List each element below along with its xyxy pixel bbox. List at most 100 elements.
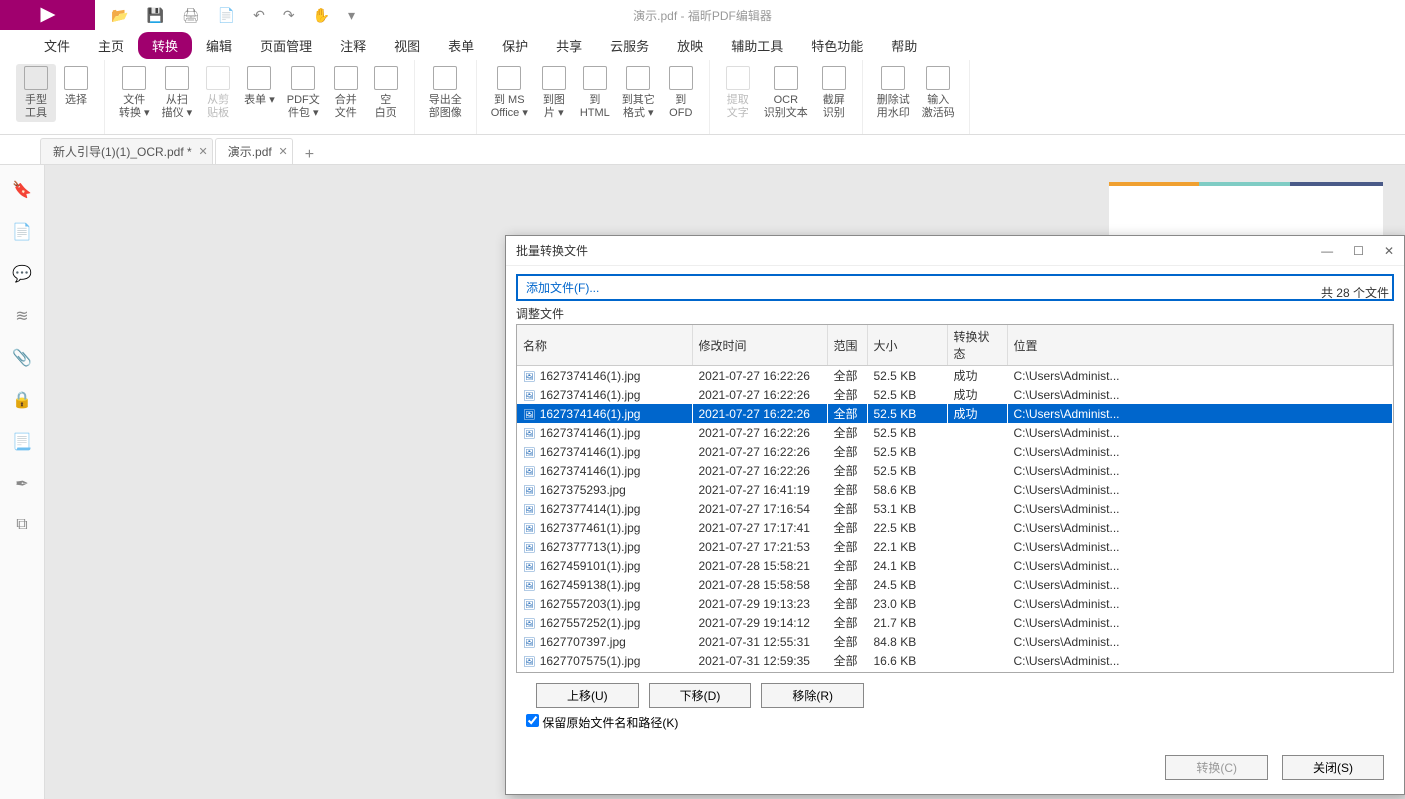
close-dialog-button[interactable]: 关闭(S) — [1282, 755, 1384, 780]
ribbon-btn-空白页[interactable]: 空白页 — [366, 64, 406, 122]
layers-icon[interactable]: ≋ — [15, 306, 28, 326]
keep-filename-checkbox[interactable]: 保留原始文件名和路径(K) — [526, 716, 678, 730]
file-row[interactable]: 1627374146(1).jpg2021-07-27 16:22:26全部52… — [517, 461, 1393, 480]
copy-icon[interactable]: ⧉ — [16, 516, 27, 534]
menu-主页[interactable]: 主页 — [84, 32, 138, 59]
menu-编辑[interactable]: 编辑 — [192, 32, 246, 59]
save-icon[interactable]: 💾 — [146, 7, 163, 24]
file-row[interactable]: 1627377713(1).jpg2021-07-27 17:21:53全部22… — [517, 537, 1393, 556]
ribbon-btn-导出全部图像[interactable]: 导出全部图像 — [423, 64, 468, 122]
ribbon-btn-到图片[interactable]: 到图片 ▾ — [534, 64, 574, 122]
file-row[interactable]: 1627374146(1).jpg2021-07-27 16:22:26全部52… — [517, 442, 1393, 461]
move-down-button[interactable]: 下移(D) — [649, 683, 752, 708]
ribbon-btn-从扫描仪[interactable]: 从扫描仪 ▾ — [156, 64, 199, 122]
menu-页面管理[interactable]: 页面管理 — [246, 32, 326, 59]
file-row[interactable]: 1627374146(1).jpg2021-07-27 16:22:26全部52… — [517, 366, 1393, 386]
cell-time: 2021-07-27 16:22:26 — [692, 366, 827, 386]
file-row[interactable]: 1627374146(1).jpg2021-07-27 16:22:26全部52… — [517, 423, 1393, 442]
menu-云服务[interactable]: 云服务 — [596, 32, 663, 59]
document-tab[interactable]: 新人引导(1)(1)_OCR.pdf *✕ — [40, 138, 213, 164]
convert-button[interactable]: 转换(C) — [1165, 755, 1268, 780]
hand-icon[interactable]: ✋ — [313, 7, 330, 24]
cell-size: 53.1 KB — [867, 499, 947, 518]
remove-button[interactable]: 移除(R) — [761, 683, 864, 708]
keep-filename-checkbox-input[interactable] — [526, 714, 539, 727]
file-icon[interactable]: 📄 — [218, 7, 235, 24]
ribbon-btn-OCR识别文本[interactable]: OCR识别文本 — [758, 64, 814, 122]
lock-icon[interactable]: 🔒 — [12, 390, 32, 410]
pages-icon[interactable]: 📄 — [12, 222, 32, 242]
column-header[interactable]: 修改时间 — [692, 325, 827, 366]
document-tab[interactable]: 演示.pdf✕ — [215, 138, 293, 164]
file-row[interactable]: 1627557203(1).jpg2021-07-29 19:13:23全部23… — [517, 594, 1393, 613]
menu-保护[interactable]: 保护 — [488, 32, 542, 59]
dialog-titlebar[interactable]: 批量转换文件 — ☐ ✕ — [506, 236, 1404, 266]
close-tab-icon[interactable]: ✕ — [198, 145, 207, 158]
ribbon-icon — [626, 66, 650, 90]
column-header[interactable]: 转换状态 — [947, 325, 1007, 366]
ribbon-icon — [774, 66, 798, 90]
file-row[interactable]: 1627459101(1).jpg2021-07-28 15:58:21全部24… — [517, 556, 1393, 575]
file-row[interactable]: 1627377461(1).jpg2021-07-27 17:17:41全部22… — [517, 518, 1393, 537]
column-header[interactable]: 位置 — [1007, 325, 1393, 366]
file-row[interactable]: 1627707575(1).jpg2021-07-31 12:59:35全部16… — [517, 651, 1393, 670]
bookmark-icon[interactable]: 🔖 — [12, 180, 32, 200]
file-row[interactable]: 1627707397.jpg2021-07-31 12:55:31全部84.8 … — [517, 632, 1393, 651]
menu-视图[interactable]: 视图 — [380, 32, 434, 59]
menu-辅助工具[interactable]: 辅助工具 — [717, 32, 797, 59]
file-row[interactable]: 1627374146(1).jpg2021-07-27 16:22:26全部52… — [517, 385, 1393, 404]
ribbon-btn-表单[interactable]: 表单 ▾ — [238, 64, 281, 109]
cell-loc: C:\Users\Administ... — [1007, 518, 1393, 537]
close-button[interactable]: ✕ — [1384, 244, 1394, 258]
dropdown-icon[interactable]: ▾ — [348, 7, 355, 24]
menu-共享[interactable]: 共享 — [542, 32, 596, 59]
print-icon[interactable]: 🖨 — [182, 7, 200, 24]
column-header[interactable]: 名称 — [517, 325, 692, 366]
file-row[interactable]: 1627374146(1).jpg2021-07-27 16:22:26全部52… — [517, 404, 1393, 423]
menu-特色功能[interactable]: 特色功能 — [797, 32, 877, 59]
ribbon-btn-到MSOffice[interactable]: 到 MSOffice ▾ — [485, 64, 534, 122]
minimize-button[interactable]: — — [1321, 244, 1333, 258]
menu-转换[interactable]: 转换 — [138, 32, 192, 59]
cell-range: 全部 — [827, 670, 867, 672]
file-row[interactable]: 1627903051(1).jpg2021-08-02 19:17:31全部22… — [517, 670, 1393, 672]
close-tab-icon[interactable]: ✕ — [279, 145, 288, 158]
ribbon-btn-手型工具[interactable]: 手型工具 — [16, 64, 56, 122]
ribbon-btn-截屏识别[interactable]: 截屏识别 — [814, 64, 854, 122]
ribbon-btn-PDF文件包[interactable]: PDF文件包 ▾ — [281, 64, 326, 122]
add-file-button[interactable]: 添加文件(F)... — [516, 274, 1394, 301]
folder-open-icon[interactable]: 📂 — [111, 7, 128, 24]
ribbon-btn-到OFD[interactable]: 到OFD — [661, 64, 701, 122]
redo-icon[interactable]: ↷ — [283, 7, 295, 24]
file-row[interactable]: 1627375293.jpg2021-07-27 16:41:19全部58.6 … — [517, 480, 1393, 499]
column-header[interactable]: 大小 — [867, 325, 947, 366]
file-list[interactable]: 名称修改时间范围大小转换状态位置 1627374146(1).jpg2021-0… — [516, 324, 1394, 673]
move-up-button[interactable]: 上移(U) — [536, 683, 639, 708]
ribbon-btn-到HTML[interactable]: 到HTML — [574, 64, 616, 122]
ribbon-btn-删除试用水印[interactable]: 删除试用水印 — [871, 64, 916, 122]
ribbon-btn-文件转换[interactable]: 文件转换 ▾ — [113, 64, 156, 122]
undo-icon[interactable]: ↶ — [253, 7, 265, 24]
ribbon-btn-选择[interactable]: 选择 — [56, 64, 96, 109]
column-header[interactable]: 范围 — [827, 325, 867, 366]
menu-表单[interactable]: 表单 — [434, 32, 488, 59]
file-row[interactable]: 1627459138(1).jpg2021-07-28 15:58:58全部24… — [517, 575, 1393, 594]
add-tab-button[interactable]: + — [295, 146, 324, 164]
menu-文件[interactable]: 文件 — [30, 32, 84, 59]
file-row[interactable]: 1627377414(1).jpg2021-07-27 17:16:54全部53… — [517, 499, 1393, 518]
attachment-icon[interactable]: 📎 — [12, 348, 32, 368]
comment-icon[interactable]: 💬 — [12, 264, 32, 284]
maximize-button[interactable]: ☐ — [1353, 244, 1364, 258]
ribbon-icon — [165, 66, 189, 90]
ribbon-btn-输入激活码[interactable]: 输入激活码 — [916, 64, 961, 122]
file-icon[interactable]: 📃 — [12, 432, 32, 452]
ribbon-btn-合并文件[interactable]: 合并文件 — [326, 64, 366, 122]
file-row[interactable]: 1627557252(1).jpg2021-07-29 19:14:12全部21… — [517, 613, 1393, 632]
signature-icon[interactable]: ✒ — [15, 474, 28, 494]
menu-放映[interactable]: 放映 — [663, 32, 717, 59]
cell-size: 16.6 KB — [867, 651, 947, 670]
menu-注释[interactable]: 注释 — [326, 32, 380, 59]
ribbon-btn-到其它格式[interactable]: 到其它格式 ▾ — [616, 64, 661, 122]
menubar: 文件主页转换编辑页面管理注释视图表单保护共享云服务放映辅助工具特色功能帮助 — [0, 30, 1405, 60]
menu-帮助[interactable]: 帮助 — [877, 32, 931, 59]
